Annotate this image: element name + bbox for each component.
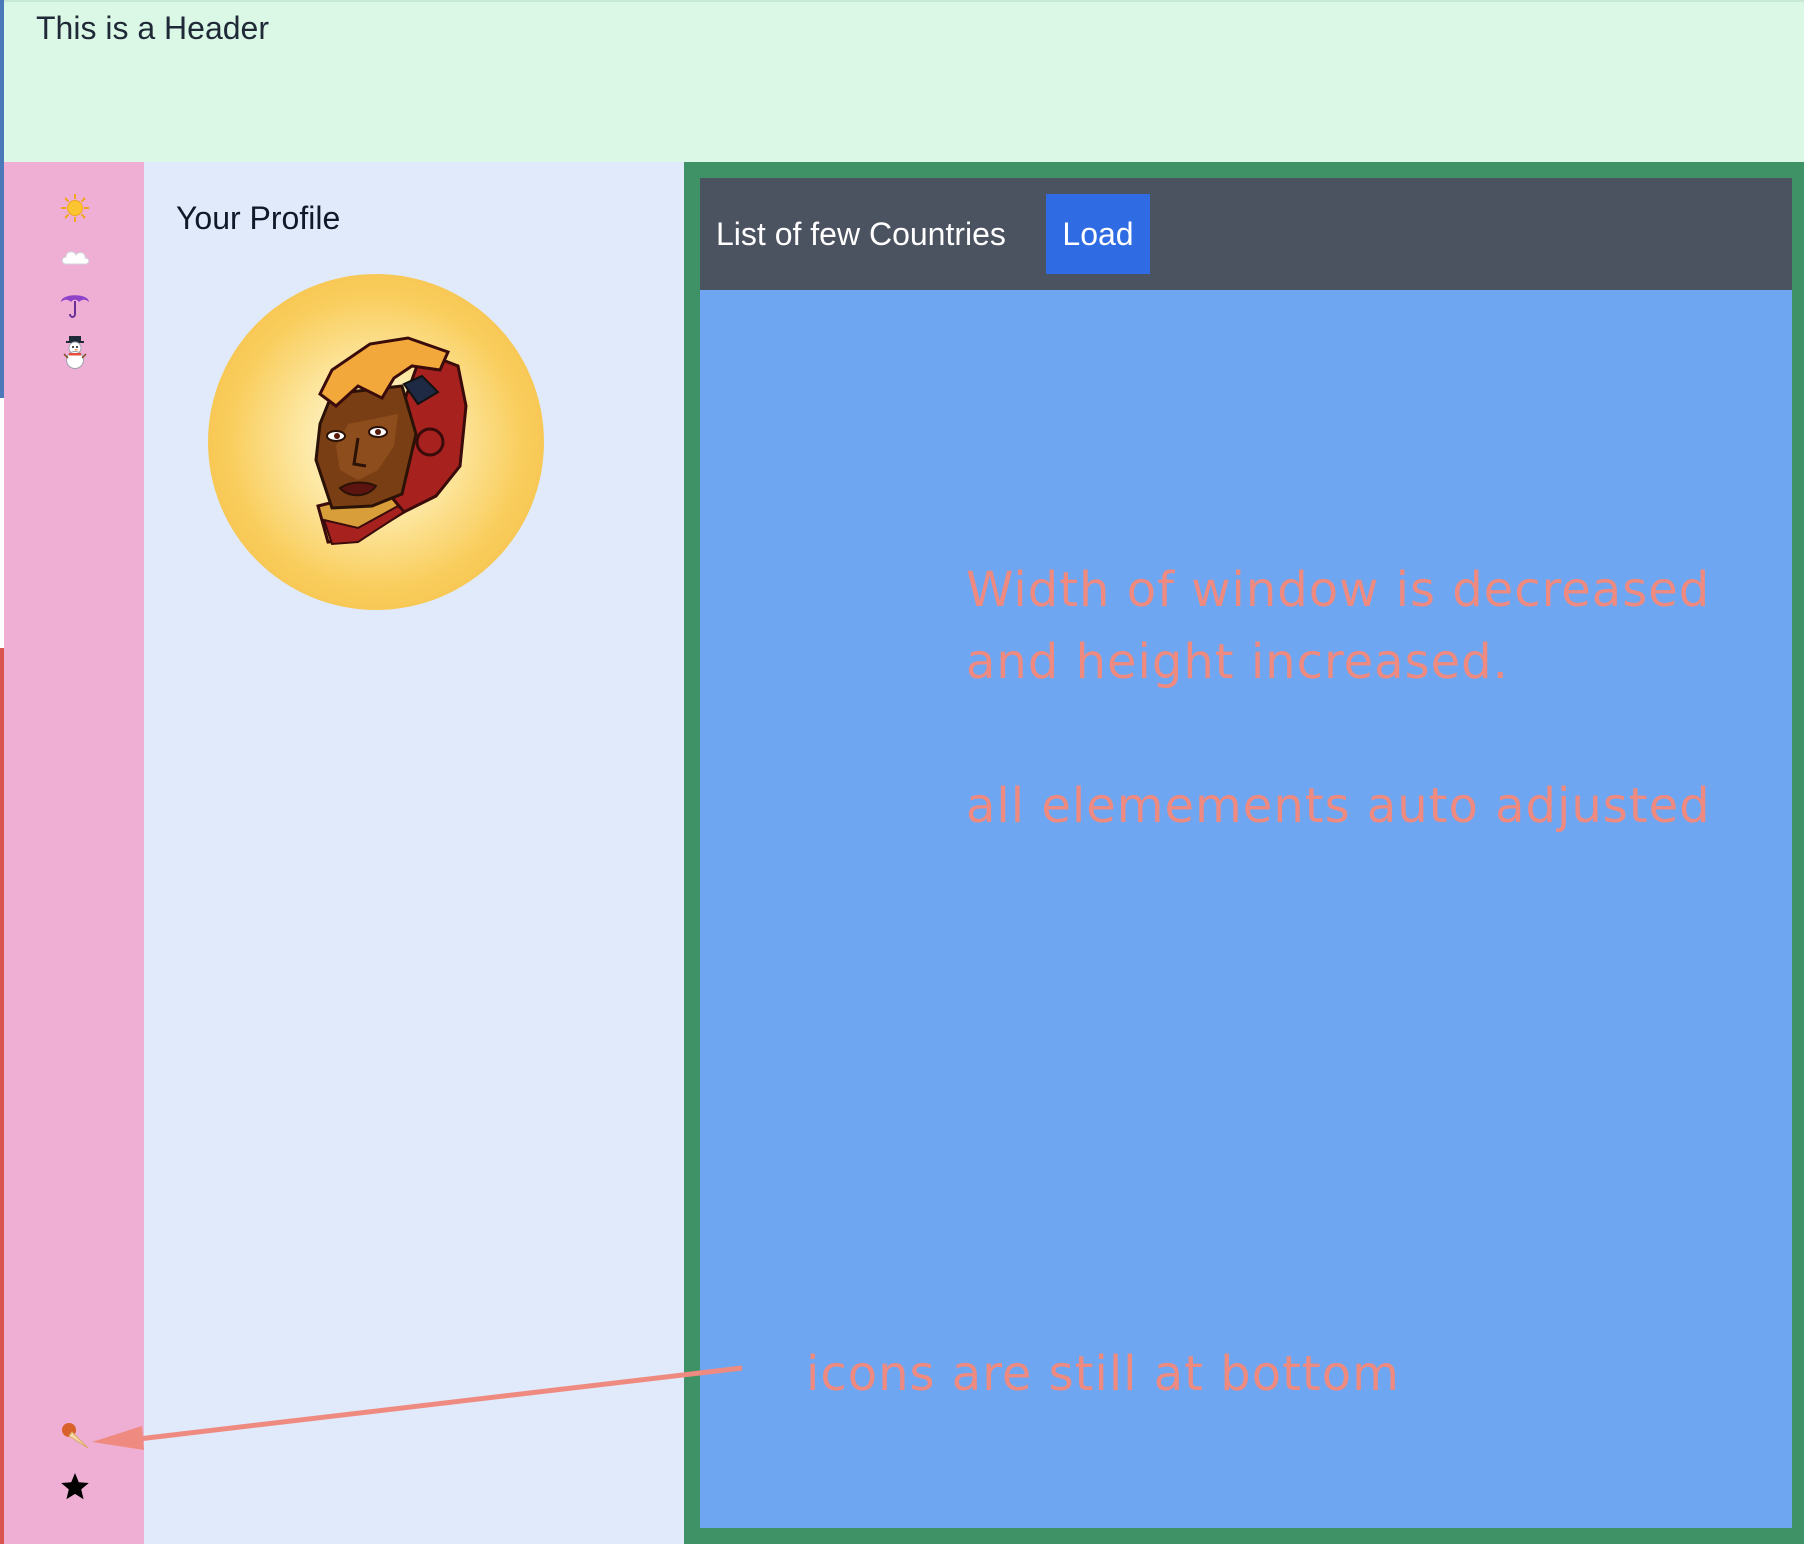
umbrella-icon[interactable] <box>55 284 95 324</box>
toolbar-title: List of few Countries <box>716 216 1006 252</box>
annotation-line-3: all elemements auto adjusted <box>966 778 1711 834</box>
ironman-avatar-icon <box>314 336 468 546</box>
header-title: This is a Header <box>36 10 269 46</box>
countries-toolbar: List of few Countries Load <box>700 178 1792 290</box>
sun-icon[interactable] <box>55 188 95 228</box>
annotation-line-4: icons are still at bottom <box>806 1346 1400 1402</box>
countries-content: List of few Countries Load <box>700 178 1792 1528</box>
snowman-icon[interactable] <box>55 332 95 372</box>
cloud-icon[interactable] <box>55 236 95 276</box>
avatar[interactable] <box>208 274 544 610</box>
profile-panel: Your Profile <box>144 162 684 1544</box>
annotation-line-2: and height increased. <box>966 634 1509 690</box>
icon-rail <box>4 162 144 1544</box>
header: This is a Header <box>4 0 1804 162</box>
countries-frame: List of few Countries Load <box>684 162 1804 1544</box>
profile-title: Your Profile <box>176 200 341 236</box>
star-icon[interactable] <box>55 1466 95 1506</box>
annotation-line-1: Width of window is decreased <box>966 562 1711 618</box>
load-button[interactable]: Load <box>1046 194 1150 274</box>
ice-cream-icon[interactable] <box>55 1416 95 1456</box>
